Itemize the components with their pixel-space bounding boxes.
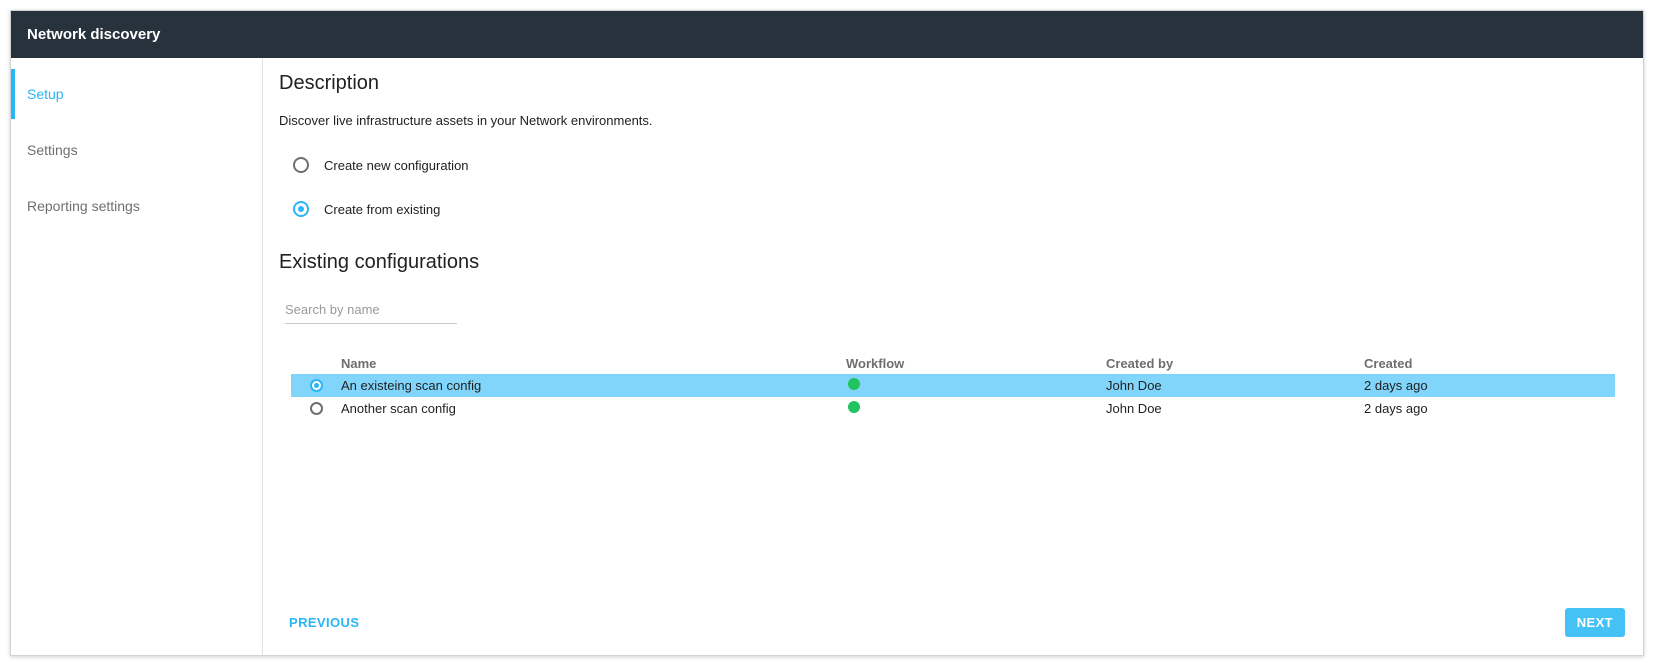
radio-option-label: Create from existing [324,202,440,217]
row-created-by: John Doe [1106,378,1364,393]
column-header-name: Name [341,356,846,371]
configurations-table: Name Workflow Created by Created An exis… [291,352,1615,420]
existing-configurations-heading: Existing configurations [279,251,1627,274]
radio-unselected-icon[interactable] [310,402,323,415]
column-header-created: Created [1364,356,1615,371]
row-created-by: John Doe [1106,401,1364,416]
radio-selected-icon[interactable] [293,201,309,217]
radio-unselected-icon[interactable] [293,157,309,173]
sidebar-item-label: Reporting settings [27,198,140,214]
row-created: 2 days ago [1364,378,1615,393]
setup-panel: Description Discover live infrastructure… [263,58,1643,655]
workflow-status-icon [848,401,860,413]
wizard-footer: PREVIOUS NEXT [279,593,1627,655]
content-spacer [279,420,1627,593]
sidebar-item-label: Setup [27,86,64,102]
workflow-status-icon [848,378,860,390]
table-header-row: Name Workflow Created by Created [291,352,1615,374]
row-created: 2 days ago [1364,401,1615,416]
next-button[interactable]: NEXT [1565,608,1625,637]
row-name: Another scan config [341,401,846,416]
dialog-header: Network discovery [11,11,1643,58]
sidebar-item-reporting-settings[interactable]: Reporting settings [11,178,262,234]
row-name: An existeing scan config [341,378,846,393]
radio-selected-icon[interactable] [310,379,323,392]
column-header-created-by: Created by [1106,356,1364,371]
radio-option-label: Create new configuration [324,158,469,173]
radio-option-create-from-existing[interactable]: Create from existing [279,201,1627,217]
table-row[interactable]: An existeing scan config John Doe 2 days… [291,374,1615,397]
dialog-title: Network discovery [27,26,160,43]
wizard-steps-sidebar: Setup Settings Reporting settings [11,58,263,655]
description-heading: Description [279,72,1627,95]
dialog-body: Setup Settings Reporting settings Descri… [11,58,1643,655]
previous-button[interactable]: PREVIOUS [289,615,359,630]
description-text: Discover live infrastructure assets in y… [279,113,1627,128]
table-row[interactable]: Another scan config John Doe 2 days ago [291,397,1615,420]
sidebar-item-label: Settings [27,142,78,158]
network-discovery-dialog: Network discovery Setup Settings Reporti… [10,10,1644,656]
sidebar-item-setup[interactable]: Setup [11,66,262,122]
sidebar-item-settings[interactable]: Settings [11,122,262,178]
create-mode-radio-group: Create new configuration Create from exi… [279,157,1627,217]
radio-option-create-new[interactable]: Create new configuration [279,157,1627,173]
search-input[interactable] [285,296,457,324]
column-header-workflow: Workflow [846,356,1106,371]
